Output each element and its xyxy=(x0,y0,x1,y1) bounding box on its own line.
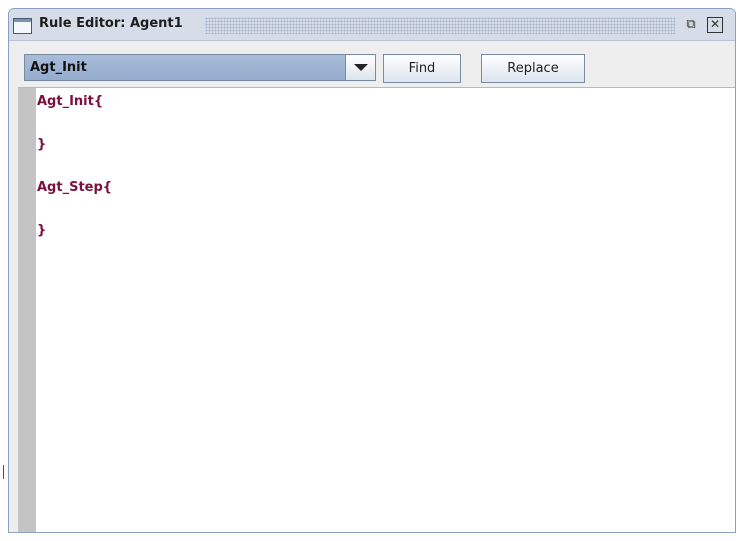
close-icon[interactable]: ✕ xyxy=(707,17,723,33)
code-line: Agt_Init{ xyxy=(37,94,104,109)
code-editor[interactable]: Agt_Init{ } Agt_Step{ } xyxy=(18,87,735,532)
code-line: Agt_Step{ xyxy=(37,180,113,195)
code-line: } xyxy=(37,223,47,238)
editor-gutter xyxy=(18,88,36,532)
rule-selector-dropdown[interactable]: Agt_Init xyxy=(24,54,376,81)
toolbar: Agt_Init Find Replace xyxy=(9,41,735,87)
chevron-down-icon[interactable] xyxy=(345,55,375,80)
window-icon xyxy=(13,18,32,34)
window-title: Rule Editor: Agent1 xyxy=(39,16,183,31)
rule-editor-window: Rule Editor: Agent1 ⧉ ✕ Agt_Init Find Re… xyxy=(8,8,736,533)
code-text[interactable]: Agt_Init{ } Agt_Step{ } xyxy=(37,91,112,242)
rule-selector-value: Agt_Init xyxy=(30,60,87,75)
undock-icon[interactable]: ⧉ xyxy=(683,17,699,33)
title-bar-grip xyxy=(205,17,675,34)
code-line: } xyxy=(37,137,47,152)
title-bar[interactable]: Rule Editor: Agent1 ⧉ ✕ xyxy=(9,9,735,41)
resize-edge-marker xyxy=(3,465,4,479)
find-button[interactable]: Find xyxy=(383,54,461,83)
replace-button[interactable]: Replace xyxy=(481,54,585,83)
